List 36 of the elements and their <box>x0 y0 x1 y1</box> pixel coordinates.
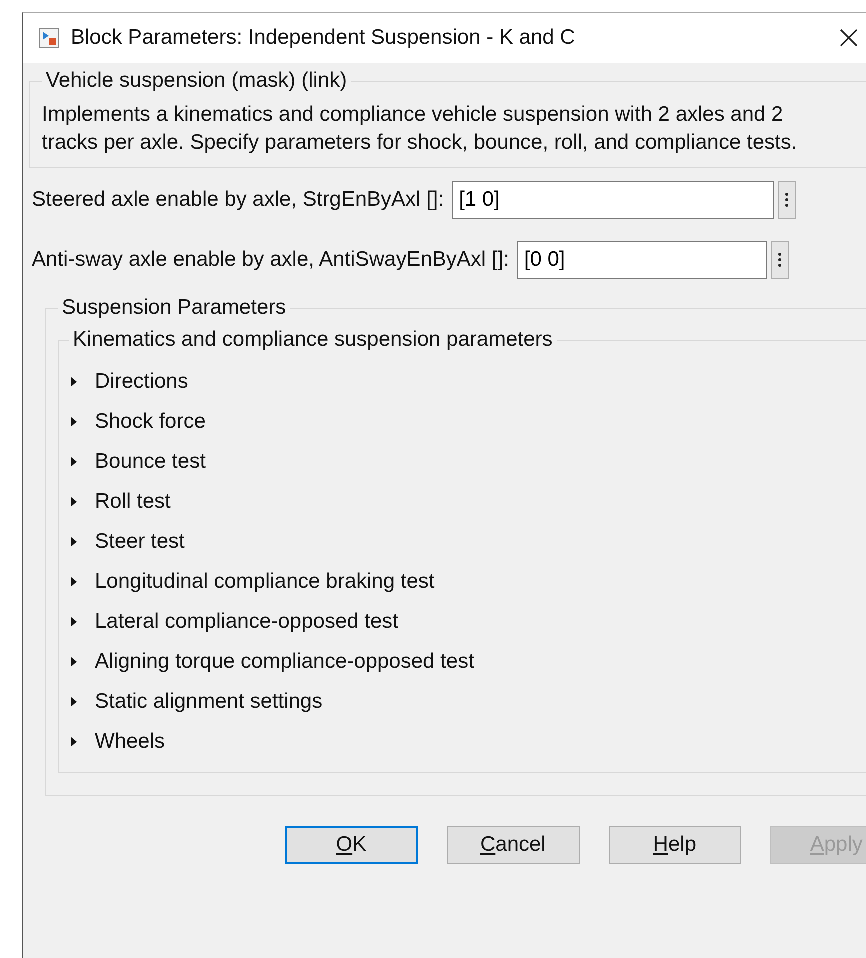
description-text: Implements a kinematics and compliance vehicle suspension with 2 axles and 2 tracks per axle. Specify parameters for shock, bounce, roll, and compliance tests. <box>42 102 798 156</box>
input-field[interactable]: [0 0] <box>517 241 768 279</box>
expand-icon <box>69 737 79 747</box>
input-field[interactable]: [1 0] <box>452 181 774 219</box>
window-title: Block Parameters: Independent Suspension - K and C <box>71 26 576 50</box>
collapsible-section[interactable]: Longitudinal compliance braking test <box>69 562 435 602</box>
expand-icon <box>69 417 79 427</box>
collapsible-section[interactable]: Static alignment settings <box>69 682 323 722</box>
dialog-button[interactable]: OK <box>285 826 418 864</box>
collapsible-section[interactable]: Steer test <box>69 522 185 562</box>
more-options-icon[interactable] <box>778 181 796 219</box>
collapsible-section[interactable]: Shock force <box>69 402 206 442</box>
group-title: Kinematics and compliance suspension parameters <box>72 328 554 352</box>
collapsible-section[interactable]: Lateral compliance-opposed test <box>69 602 399 642</box>
block-icon <box>39 28 59 48</box>
collapsible-section[interactable]: Directions <box>69 362 188 402</box>
expand-icon <box>69 657 79 667</box>
parameter-label: Steered axle enable by axle, StrgEnByAxl []: <box>32 188 444 212</box>
expand-icon <box>69 537 79 547</box>
collapsible-section[interactable]: Roll test <box>69 482 171 522</box>
parameter-label: Anti-sway axle enable by axle, AntiSwayEnByAxl []: <box>32 248 510 272</box>
expand-icon <box>69 617 79 627</box>
group-title: Suspension Parameters <box>61 296 288 320</box>
expand-icon <box>69 577 79 587</box>
expand-icon <box>69 457 79 467</box>
collapsible-section[interactable]: Aligning torque compliance-opposed test <box>69 642 474 682</box>
close-icon[interactable] <box>839 28 859 48</box>
expand-icon <box>69 377 79 387</box>
dialog-button[interactable]: Cancel <box>446 826 580 864</box>
expand-icon <box>69 497 79 507</box>
expand-icon <box>69 697 79 707</box>
more-options-icon[interactable] <box>771 241 790 279</box>
collapsible-section[interactable]: Bounce test <box>69 442 206 482</box>
dialog-button[interactable]: Help <box>608 826 742 864</box>
group-title: Vehicle suspension (mask) (link) <box>45 69 348 93</box>
collapsible-section[interactable]: Wheels <box>69 722 166 762</box>
